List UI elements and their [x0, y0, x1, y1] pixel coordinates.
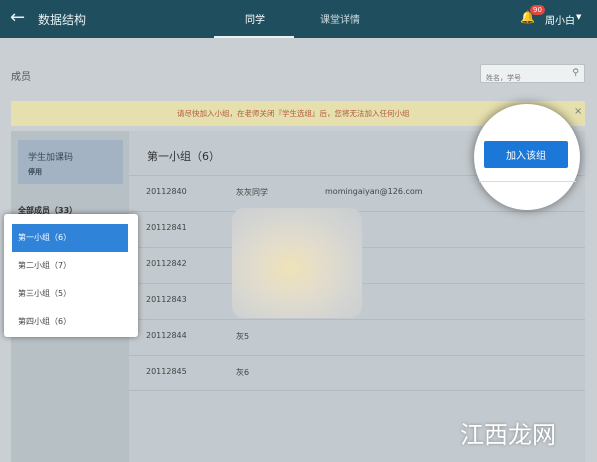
watermark-logo: 江西龙网: [460, 421, 556, 449]
group-title: 第一小组（6）: [147, 150, 220, 163]
group-list-highlight: 第一小组（6） 第二小组（7） 第三小组（5） 第四小组（6）: [4, 214, 138, 337]
tab-classmates[interactable]: 同学: [245, 11, 265, 26]
table-row: 20112844 灰5: [129, 319, 585, 355]
group-item-2[interactable]: 第二小组（7）: [12, 252, 128, 280]
class-code-card: 学生加课码 停用: [18, 140, 123, 184]
class-code-state: 停用: [28, 168, 42, 176]
student-name: 灰灰同学: [236, 188, 268, 197]
notice-text: 请尽快加入小组，在老师关闭『学生选组』后，您将无法加入任何小组: [177, 109, 410, 118]
search-icon[interactable]: ⚲: [572, 68, 579, 78]
notification-badge: 90: [530, 5, 545, 15]
group-item-1[interactable]: 第一小组（6）: [12, 224, 128, 252]
search-box[interactable]: ⚲: [480, 64, 585, 87]
blurred-overlay: [232, 208, 362, 318]
student-id: 20112841: [146, 223, 187, 232]
class-code-label: 学生加课码: [28, 153, 74, 163]
search-input[interactable]: [481, 69, 561, 87]
table-row: 20112845 灰6: [129, 355, 585, 391]
group-item-4[interactable]: 第四小组（6）: [12, 308, 128, 336]
student-id: 20112840: [146, 187, 187, 196]
course-title: 数据结构: [38, 13, 87, 27]
arrow-left-icon[interactable]: ←: [10, 7, 25, 28]
close-icon[interactable]: ×: [574, 106, 582, 117]
group-item-3[interactable]: 第三小组（5）: [12, 280, 128, 308]
top-bar: ← 数据结构 同学 课堂详情 🔔 90 周小白 ▼: [0, 0, 597, 38]
active-tab-indicator: [214, 36, 294, 38]
student-id: 20112845: [146, 367, 187, 376]
caret-down-icon[interactable]: ▼: [576, 13, 581, 21]
members-heading: 成员: [11, 72, 31, 83]
spotlight-divider: [479, 181, 576, 182]
student-email: momingaiyan@126.com: [325, 187, 423, 196]
tab-class-details[interactable]: 课堂详情: [320, 11, 360, 26]
student-id: 20112843: [146, 295, 187, 304]
user-name[interactable]: 周小白: [545, 12, 575, 27]
student-name: 灰5: [236, 332, 250, 341]
join-group-button[interactable]: 加入该组: [484, 141, 568, 168]
student-name: 灰6: [236, 368, 250, 377]
student-id: 20112842: [146, 259, 187, 268]
student-id: 20112844: [146, 331, 187, 340]
